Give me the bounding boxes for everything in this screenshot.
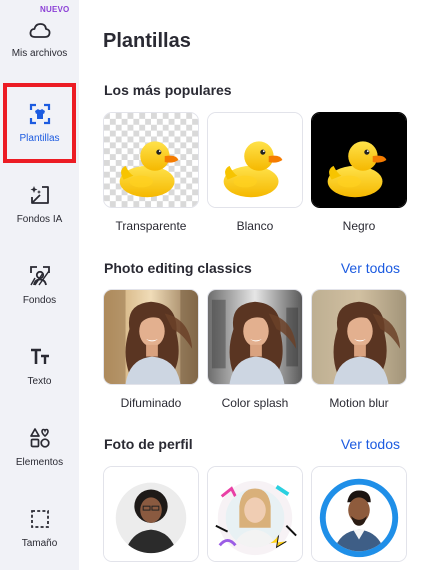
sidebar-item-label: Fondos IA: [16, 214, 63, 225]
portrait-image: [312, 290, 406, 384]
profile-portrait-image: [312, 467, 406, 561]
profile-portrait-image: [208, 467, 302, 561]
template-card-profile-blue-ring[interactable]: [311, 466, 407, 562]
template-card-blanco[interactable]: [207, 112, 303, 208]
portrait-image: [208, 290, 302, 384]
sidebar-item-mis-archivos[interactable]: Mis archivos: [0, 22, 79, 59]
see-all-link[interactable]: Ver todos: [341, 436, 400, 452]
template-card-difuminado[interactable]: [103, 289, 199, 385]
sidebar-item-label: Texto: [27, 376, 52, 387]
template-card-motion-blur[interactable]: [311, 289, 407, 385]
template-card-color-splash[interactable]: [207, 289, 303, 385]
sidebar-item-label: Mis archivos: [11, 48, 68, 59]
sidebar-item-label: Elementos: [15, 457, 64, 468]
template-caption: Color splash: [221, 396, 289, 410]
see-all-link[interactable]: Ver todos: [341, 260, 400, 276]
template-caption: Transparente: [115, 219, 187, 233]
duck-image: [312, 113, 406, 207]
template-icon: [29, 103, 51, 125]
templates-panel: Plantillas Los más populares Transparent…: [79, 0, 422, 570]
sidebar-item-plantillas[interactable]: Plantillas: [0, 103, 79, 144]
template-card-negro[interactable]: [311, 112, 407, 208]
duck-image: [104, 113, 198, 207]
template-caption: Difuminado: [120, 396, 182, 410]
portrait-image: [104, 290, 198, 384]
sidebar-item-label: Tamaño: [21, 538, 58, 549]
template-caption: Negro: [342, 219, 376, 233]
profile-portrait-image: [104, 467, 198, 561]
sidebar-item-label: Fondos: [22, 295, 57, 306]
sidebar-item-tamano[interactable]: Tamaño: [0, 508, 79, 549]
resize-icon: [29, 508, 51, 530]
background-icon: [29, 265, 51, 287]
section-title-photo-editing: Photo editing classics: [104, 260, 252, 276]
shapes-icon: [29, 427, 51, 449]
template-card-transparente[interactable]: [103, 112, 199, 208]
text-icon: [29, 346, 51, 368]
sidebar-item-fondos-ia[interactable]: Fondos IA: [0, 184, 79, 225]
sidebar-item-fondos[interactable]: Fondos: [0, 265, 79, 306]
section-title-popular: Los más populares: [104, 82, 232, 98]
sidebar: NUEVO Mis archivos Plantillas Fondos IA …: [0, 0, 79, 570]
sidebar-item-elementos[interactable]: Elementos: [0, 427, 79, 468]
template-caption: Blanco: [236, 219, 274, 233]
cloud-icon: [29, 22, 51, 40]
new-badge: NUEVO: [40, 5, 70, 14]
panel-title: Plantillas: [103, 30, 191, 52]
ai-background-icon: [29, 184, 51, 206]
section-title-profile-photo: Foto de perfil: [104, 436, 193, 452]
template-caption: Motion blur: [329, 396, 389, 410]
template-card-profile-memphis[interactable]: [207, 466, 303, 562]
duck-image: [208, 113, 302, 207]
template-card-profile-white[interactable]: [103, 466, 199, 562]
sidebar-item-label: Plantillas: [19, 133, 60, 144]
sidebar-item-texto[interactable]: Texto: [0, 346, 79, 387]
